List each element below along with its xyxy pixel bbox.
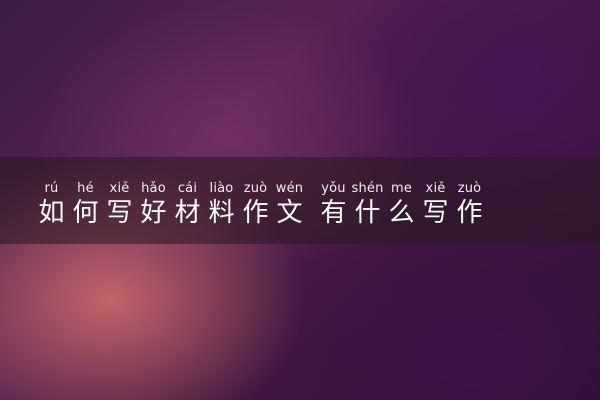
pinyin: liào (209, 181, 234, 196)
char-unit: cái 材 (174, 181, 201, 230)
pinyin: shén (351, 181, 384, 196)
pinyin: hǎo (141, 181, 166, 196)
hanzi: 写 (106, 198, 133, 228)
char-unit: me 么 (388, 181, 415, 230)
hanzi: 如 (38, 198, 65, 228)
pinyin: rú (44, 181, 59, 196)
char-unit: zuò 作 (456, 181, 483, 230)
char-unit: hé 何 (72, 181, 99, 230)
char-unit: rú 如 (38, 181, 65, 230)
pinyin: hé (77, 181, 94, 196)
char-unit: yǒu 有 (320, 181, 347, 230)
hanzi: 作 (456, 198, 483, 228)
pinyin: yǒu (321, 181, 346, 196)
char-unit: xiě 写 (422, 181, 449, 230)
pinyin-title: rú 如 hé 何 xiě 写 hǎo 好 cái 材 liào 料 zuò 作… (38, 181, 490, 230)
hanzi: 有 (320, 198, 347, 228)
pinyin: zuò (457, 181, 482, 196)
hanzi: 料 (208, 198, 235, 228)
char-unit: liào 料 (208, 181, 235, 230)
hanzi: 好 (140, 198, 167, 228)
pinyin: xiě (109, 181, 130, 196)
hanzi: 什 (354, 198, 381, 228)
hanzi: 么 (388, 198, 415, 228)
pinyin: zuò (243, 181, 268, 196)
hanzi: 何 (72, 198, 99, 228)
char-unit: shén 什 (351, 181, 384, 230)
background-gradient: rú 如 hé 何 xiě 写 hǎo 好 cái 材 liào 料 zuò 作… (0, 0, 600, 400)
pinyin: cái (177, 181, 198, 196)
pinyin: xiě (425, 181, 446, 196)
pinyin: wén (275, 181, 304, 196)
char-unit: wén 文 (276, 181, 303, 230)
char-unit: hǎo 好 (140, 181, 167, 230)
hanzi: 写 (422, 198, 449, 228)
hanzi: 文 (276, 198, 303, 228)
hanzi: 材 (174, 198, 201, 228)
pinyin: me (390, 181, 413, 196)
char-unit: zuò 作 (242, 181, 269, 230)
char-unit: xiě 写 (106, 181, 133, 230)
hanzi: 作 (242, 198, 269, 228)
